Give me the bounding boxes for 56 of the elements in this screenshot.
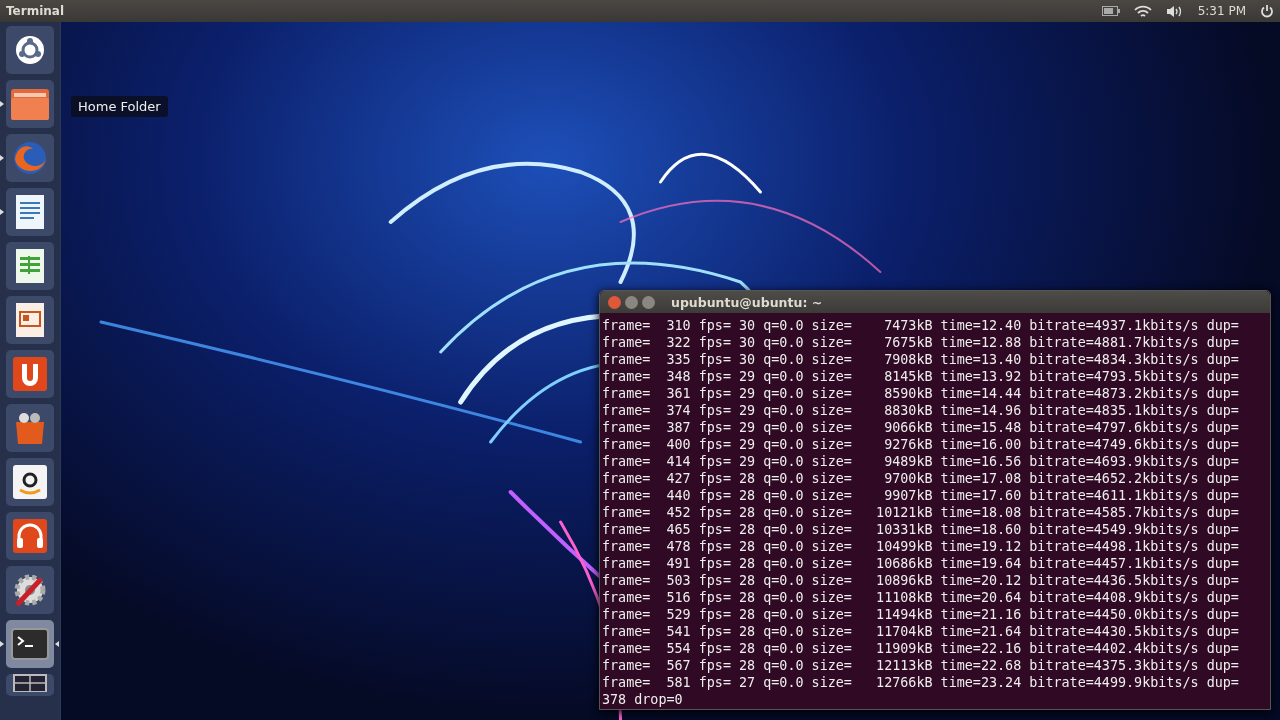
launcher-item[interactable]	[6, 674, 54, 696]
launcher-item[interactable]	[6, 404, 54, 452]
maximize-button[interactable]	[642, 295, 655, 309]
terminal-line: frame= 400 fps= 29 q=0.0 size= 9276kB time=16.00 bitrate=4749.6kbits/s dup=	[602, 436, 1239, 453]
power-icon[interactable]	[1260, 4, 1274, 18]
minimize-button[interactable]	[625, 295, 638, 309]
terminal-line: frame= 541 fps= 28 q=0.0 size= 11704kB time=21.64 bitrate=4430.5kbits/s dup=	[602, 623, 1239, 640]
terminal-icon	[11, 628, 49, 660]
document-icon	[15, 194, 45, 230]
terminal-line: frame= 516 fps= 28 q=0.0 size= 11108kB time=20.64 bitrate=4408.9kbits/s dup=	[602, 589, 1239, 606]
headphones-icon	[12, 518, 48, 554]
tooltip: Home Folder	[71, 96, 168, 117]
globe-fox-icon	[11, 139, 49, 177]
terminal-line: frame= 387 fps= 29 q=0.0 size= 9066kB time=15.48 bitrate=4797.6kbits/s dup=	[602, 419, 1239, 436]
terminal-line: frame= 529 fps= 28 q=0.0 size= 11494kB time=21.16 bitrate=4450.0kbits/s dup=	[602, 606, 1239, 623]
terminal-line: frame= 491 fps= 28 q=0.0 size= 10686kB time=19.64 bitrate=4457.1kbits/s dup=	[602, 555, 1239, 572]
volume-icon[interactable]	[1165, 4, 1184, 18]
wifi-icon[interactable]	[1133, 4, 1152, 18]
terminal-line: frame= 452 fps= 28 q=0.0 size= 10121kB time=18.08 bitrate=4585.7kbits/s dup=	[602, 504, 1239, 521]
terminal-line: frame= 310 fps= 30 q=0.0 size= 7473kB time=12.40 bitrate=4937.1kbits/s dup=	[602, 317, 1239, 334]
launcher-item[interactable]	[6, 350, 54, 398]
battery-icon[interactable]	[1101, 6, 1120, 16]
terminal-line: frame= 581 fps= 27 q=0.0 size= 12766kB time=23.24 bitrate=4499.9kbits/s dup=	[602, 674, 1239, 691]
launcher-item[interactable]	[6, 242, 54, 290]
terminal-line: frame= 348 fps= 29 q=0.0 size= 8145kB time=13.92 bitrate=4793.5kbits/s dup=	[602, 368, 1239, 385]
terminal-line: frame= 427 fps= 28 q=0.0 size= 9700kB time=17.08 bitrate=4652.2kbits/s dup=	[602, 470, 1239, 487]
launcher-item[interactable]	[6, 80, 54, 128]
presentation-icon	[15, 302, 45, 338]
terminal-line: frame= 374 fps= 29 q=0.0 size= 8830kB time=14.96 bitrate=4835.1kbits/s dup=	[602, 402, 1239, 419]
launcher-item[interactable]	[6, 458, 54, 506]
terminal-line: 378 drop=0	[602, 691, 683, 708]
terminal-line: frame= 478 fps= 28 q=0.0 size= 10499kB time=19.12 bitrate=4498.1kbits/s dup=	[602, 538, 1239, 555]
launcher-item[interactable]	[6, 512, 54, 560]
u-logo-icon	[12, 356, 48, 392]
smile-logo-icon	[12, 464, 48, 500]
launcher-item[interactable]	[6, 188, 54, 236]
close-button[interactable]	[608, 295, 621, 309]
folder-icon	[10, 87, 50, 121]
window-title: upubuntu@ubuntu: ~	[671, 294, 823, 310]
terminal-line: frame= 322 fps= 30 q=0.0 size= 7675kB time=12.88 bitrate=4881.7kbits/s dup=	[602, 334, 1239, 351]
ubuntu-logo-icon	[15, 35, 45, 65]
launcher-item[interactable]	[6, 566, 54, 614]
terminal-line: frame= 440 fps= 28 q=0.0 size= 9907kB time=17.60 bitrate=4611.1kbits/s dup=	[602, 487, 1239, 504]
terminal-line: frame= 554 fps= 28 q=0.0 size= 11909kB time=22.16 bitrate=4402.4kbits/s dup=	[602, 640, 1239, 657]
launcher-item[interactable]	[6, 296, 54, 344]
terminal-line: frame= 335 fps= 30 q=0.0 size= 7908kB time=13.40 bitrate=4834.3kbits/s dup=	[602, 351, 1239, 368]
launcher-item[interactable]	[6, 26, 54, 74]
app-title: Terminal	[6, 4, 65, 18]
terminal-line: frame= 361 fps= 29 q=0.0 size= 8590kB time=14.44 bitrate=4873.2kbits/s dup=	[602, 385, 1239, 402]
clock[interactable]: 5:31 PM	[1197, 4, 1246, 18]
workspace-grid-icon	[13, 674, 47, 692]
terminal-line: frame= 414 fps= 29 q=0.0 size= 9489kB time=16.56 bitrate=4693.9kbits/s dup=	[602, 453, 1239, 470]
spreadsheet-icon	[15, 248, 45, 284]
terminal-line: frame= 465 fps= 28 q=0.0 size= 10331kB time=18.60 bitrate=4549.9kbits/s dup=	[602, 521, 1239, 538]
terminal-line: frame= 567 fps= 28 q=0.0 size= 12113kB time=22.68 bitrate=4375.3kbits/s dup=	[602, 657, 1239, 674]
terminal-line: frame= 503 fps= 28 q=0.0 size= 10896kB time=20.12 bitrate=4436.5kbits/s dup=	[602, 572, 1239, 589]
